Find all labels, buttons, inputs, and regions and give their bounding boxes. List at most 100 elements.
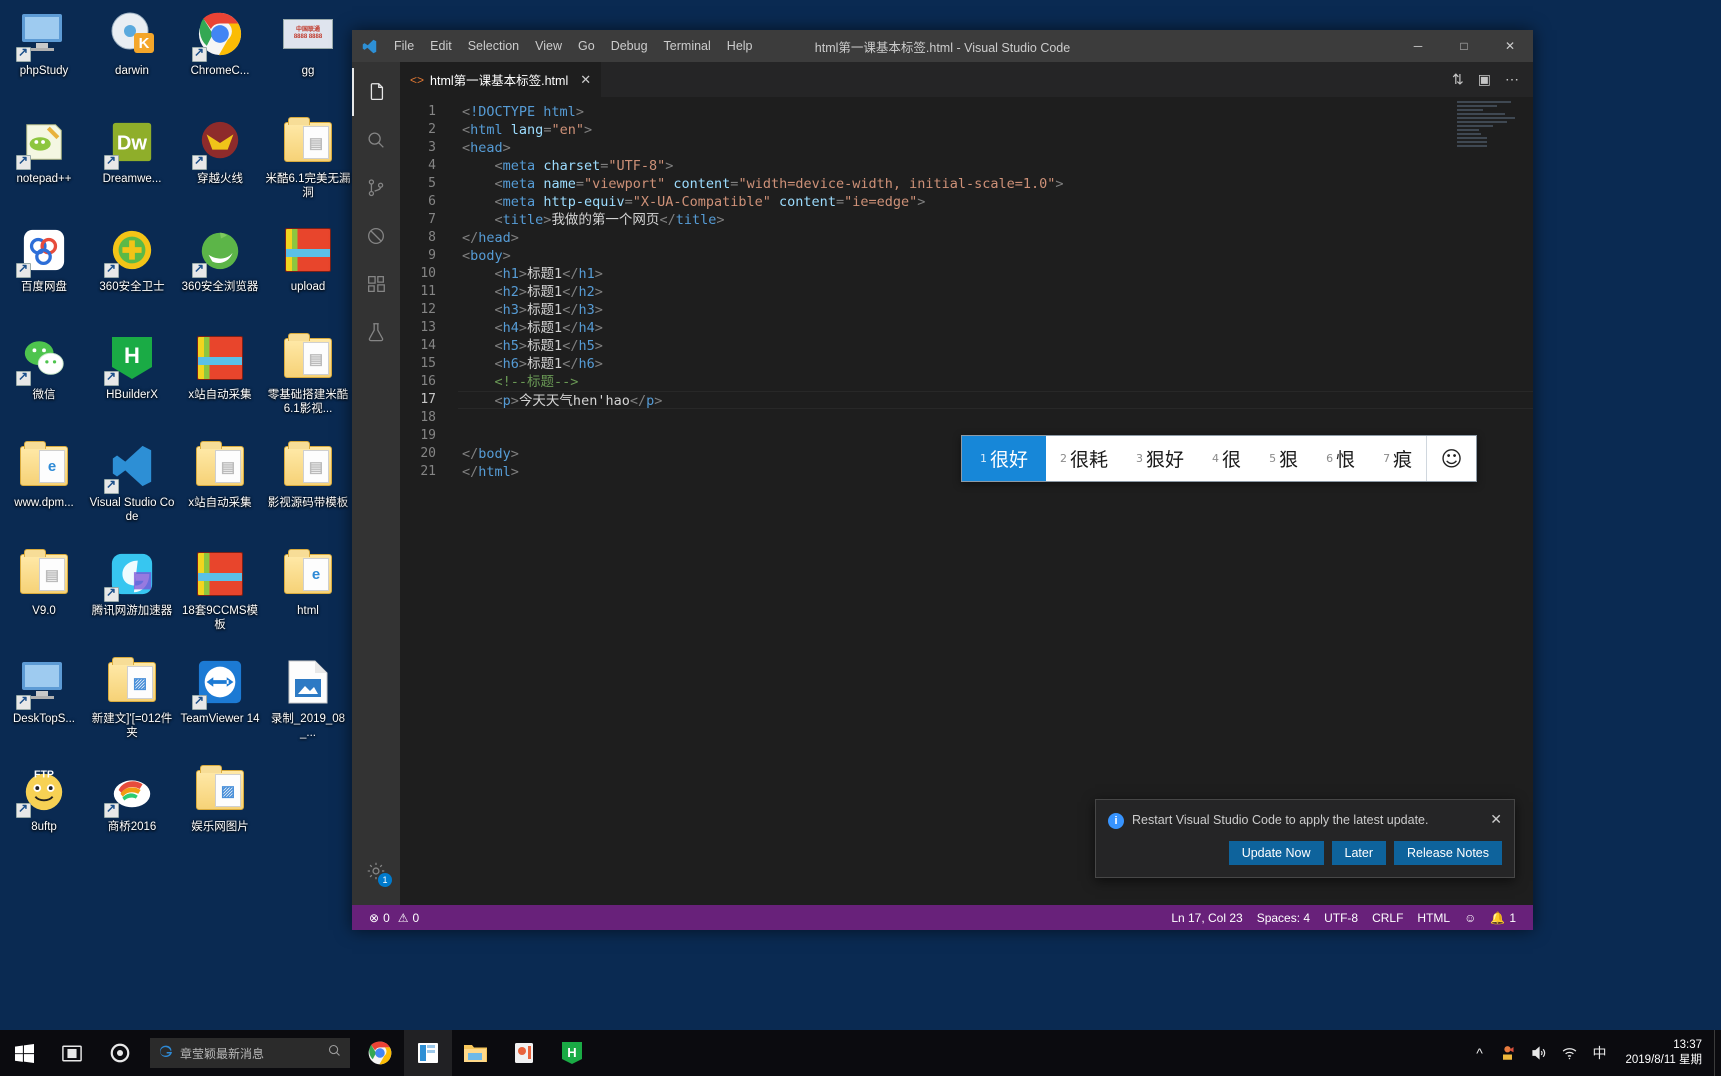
desktop-icon[interactable]: 商桥2016 (88, 760, 176, 868)
security-shield-icon[interactable] (1495, 1030, 1523, 1076)
ime-candidate[interactable]: 1 很好 (962, 436, 1047, 481)
ime-emoji-button[interactable]: ☺ (1426, 436, 1476, 481)
ime-mode-icon[interactable]: 中 (1585, 1030, 1613, 1076)
code-line[interactable]: <h3>标题1</h3> (458, 301, 1533, 319)
code-line[interactable]: <title>我做的第一个网页</title> (458, 211, 1533, 229)
desktop-icon[interactable]: Dw Dreamwe... (88, 112, 176, 220)
code-content[interactable]: <!DOCTYPE html> <html lang="en"> <head> <m… (458, 97, 1533, 905)
activity-source-control-icon[interactable] (352, 164, 400, 212)
desktop-icon[interactable]: ChromeC... (176, 4, 264, 112)
close-button[interactable]: ✕ (1487, 30, 1533, 62)
cortana-icon[interactable] (96, 1030, 144, 1076)
desktop-icon[interactable]: ▤ V9.0 (0, 544, 88, 652)
activity-explorer-icon[interactable] (352, 68, 400, 116)
ime-candidate[interactable]: 6恨 (1312, 436, 1369, 481)
activity-testing-icon[interactable] (352, 308, 400, 356)
code-line[interactable]: </head> (458, 229, 1533, 247)
tab-close-icon[interactable]: ✕ (580, 72, 591, 88)
menu-help[interactable]: Help (719, 30, 761, 62)
status-indentation[interactable]: Spaces: 4 (1250, 911, 1317, 925)
code-line[interactable]: <p>今天天气hen'hao</p> (458, 391, 1533, 409)
code-line[interactable]: <meta name="viewport" content="width=dev… (458, 175, 1533, 193)
taskbar-vscode-icon[interactable] (404, 1030, 452, 1076)
activity-extensions-icon[interactable] (352, 260, 400, 308)
desktop-icon[interactable]: 百度网盘 (0, 220, 88, 328)
desktop-icon[interactable]: phpStudy (0, 4, 88, 112)
editor-tab[interactable]: <> html第一课基本标签.html ✕ (400, 62, 603, 97)
desktop-icon[interactable]: x站自动采集 (176, 328, 264, 436)
activity-debug-icon[interactable] (352, 212, 400, 260)
menu-terminal[interactable]: Terminal (656, 30, 719, 62)
layout-icon[interactable]: ▣ (1478, 71, 1491, 88)
code-line[interactable]: <head> (458, 139, 1533, 157)
desktop-icon[interactable]: notepad++ (0, 112, 88, 220)
activity-settings-gear-icon[interactable]: 1 (352, 847, 400, 895)
notification-close-icon[interactable]: ✕ (1490, 812, 1502, 826)
activity-search-icon[interactable] (352, 116, 400, 164)
status-problems[interactable]: ⊗ 0 ⚠ 0 (362, 905, 426, 930)
smiley-icon[interactable]: ☺ (1457, 911, 1483, 925)
code-line[interactable]: <meta http-equiv="X-UA-Compatible" conte… (458, 193, 1533, 211)
ime-candidate[interactable]: 4很 (1198, 436, 1255, 481)
taskbar-chrome-icon[interactable] (356, 1030, 404, 1076)
status-eol[interactable]: CRLF (1365, 911, 1410, 925)
desktop-icon[interactable]: 360安全卫士 (88, 220, 176, 328)
desktop-icon[interactable]: ▨ 娱乐网图片 (176, 760, 264, 868)
code-line[interactable]: <html lang="en"> (458, 121, 1533, 139)
taskbar-file-explorer-icon[interactable] (452, 1030, 500, 1076)
search-icon[interactable] (327, 1043, 342, 1063)
menu-go[interactable]: Go (570, 30, 603, 62)
ime-candidate[interactable]: 2 很耗 (1046, 436, 1122, 481)
code-line[interactable]: <h2>标题1</h2> (458, 283, 1533, 301)
minimize-button[interactable]: ─ (1395, 30, 1441, 62)
desktop-icon[interactable]: 360安全浏览器 (176, 220, 264, 328)
code-line[interactable]: <!--标题--> (458, 373, 1533, 391)
status-cursor-position[interactable]: Ln 17, Col 23 (1164, 911, 1249, 925)
taskbar-media-icon[interactable] (500, 1030, 548, 1076)
release-notes-button[interactable]: Release Notes (1394, 841, 1502, 865)
code-line[interactable]: <meta charset="UTF-8"> (458, 157, 1533, 175)
desktop-icon[interactable]: 微信 (0, 328, 88, 436)
desktop-icon[interactable]: ▤ 米酷6.1完美无漏洞 (264, 112, 352, 220)
taskbar-hbuilderx-icon[interactable]: H (548, 1030, 596, 1076)
show-desktop-button[interactable] (1714, 1030, 1721, 1076)
bell-icon[interactable]: 🔔 1 (1483, 911, 1523, 925)
desktop-icon[interactable]: 腾讯网游加速器 (88, 544, 176, 652)
ime-candidate[interactable]: 3 狠好 (1122, 436, 1198, 481)
desktop-icon[interactable]: 穿越火线 (176, 112, 264, 220)
ime-candidate[interactable]: 7痕 (1369, 436, 1426, 481)
minimap[interactable] (1457, 101, 1519, 153)
taskbar-clock[interactable]: 13:37 2019/8/11 星期 (1619, 1030, 1714, 1076)
desktop-icon[interactable]: Kdarwin (88, 4, 176, 112)
code-editor[interactable]: 1 2 3 4 5 6 7 8 9 10 11 12 13 14 15 16 17 18 19 20 21 <!DOCT… (400, 97, 1533, 905)
desktop-icon[interactable]: e html (264, 544, 352, 652)
desktop-icon[interactable]: Visual Studio Code (88, 436, 176, 544)
ime-candidate[interactable]: 5狠 (1255, 436, 1312, 481)
taskbar-search-box[interactable]: 章莹颖最新消息 (150, 1038, 350, 1068)
desktop-icon[interactable]: H HBuilderX (88, 328, 176, 436)
code-line[interactable]: <h5>标题1</h5> (458, 337, 1533, 355)
menu-selection[interactable]: Selection (460, 30, 527, 62)
later-button[interactable]: Later (1331, 841, 1386, 865)
status-language-mode[interactable]: HTML (1410, 911, 1457, 925)
volume-icon[interactable] (1525, 1030, 1553, 1076)
code-line[interactable]: <h6>标题1</h6> (458, 355, 1533, 373)
desktop-icon[interactable]: ▤ 零基础搭建米酷6.1影视... (264, 328, 352, 436)
menu-debug[interactable]: Debug (603, 30, 656, 62)
code-line[interactable]: <!DOCTYPE html> (458, 103, 1533, 121)
split-editor-icon[interactable]: ⇅ (1452, 71, 1464, 88)
code-line[interactable]: <h1>标题1</h1> (458, 265, 1533, 283)
task-view-icon[interactable] (48, 1030, 96, 1076)
desktop-icon[interactable]: 录制_2019_08_... (264, 652, 352, 760)
code-line[interactable]: <body> (458, 247, 1533, 265)
desktop-icon[interactable]: TeamViewer 14 (176, 652, 264, 760)
desktop-icon[interactable]: FTP 8uftp (0, 760, 88, 868)
menu-file[interactable]: File (386, 30, 422, 62)
desktop-icon[interactable]: 18套9CCMS模板 (176, 544, 264, 652)
menu-view[interactable]: View (527, 30, 570, 62)
desktop-icon[interactable]: DeskTopS... (0, 652, 88, 760)
desktop-icon[interactable]: 中国联通 8888 8888 gg (264, 4, 352, 112)
windows-start-icon[interactable] (0, 1030, 48, 1076)
desktop-icon[interactable]: e www.dpm... (0, 436, 88, 544)
code-line[interactable]: <h4>标题1</h4> (458, 319, 1533, 337)
